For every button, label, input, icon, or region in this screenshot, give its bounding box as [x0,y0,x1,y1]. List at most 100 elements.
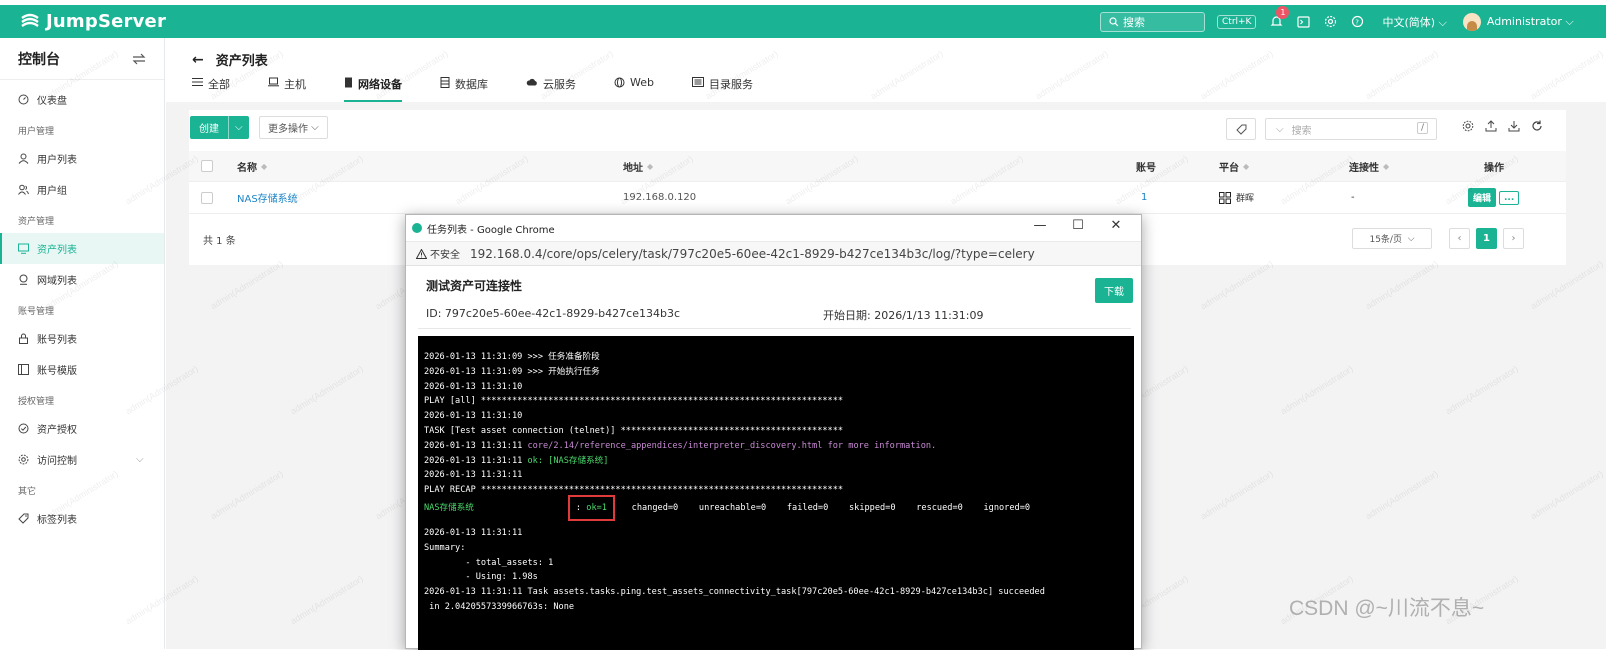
sidebar-item-user-group[interactable]: 用户组 [0,174,164,205]
sidebar-item-label: 用户列表 [37,155,77,166]
table-row: NAS存储系统 192.168.0.120 1 群晖 - 编辑 ... [189,182,1566,214]
create-button[interactable]: 创建 ⌵ [190,116,249,139]
page-size-label: 15条/页 [1369,235,1402,245]
sidebar-item-user-list[interactable]: 用户列表 [0,143,164,174]
sidebar-item-account-template[interactable]: 账号模版 [0,354,164,385]
log-message: core/2.14/reference_appendices/interpret… [527,440,937,451]
tab-cloud[interactable]: 云服务 [526,76,576,102]
tag-filter-button[interactable] [1226,118,1256,140]
prev-page-button[interactable]: ‹ [1449,228,1470,249]
column-header-name[interactable]: 名称 ◆ [237,159,267,174]
laptop-icon [268,77,279,87]
refresh-button[interactable] [1531,120,1543,132]
sidebar-item-label: 标签列表 [37,515,77,526]
tab-label: 数据库 [455,78,488,91]
terminal-button[interactable] [1297,15,1311,28]
settings-button[interactable] [1324,15,1337,28]
log-line: 2026-01-13 11:31:11 [424,527,523,538]
tab-all[interactable]: 全部 [192,76,230,102]
tab-web[interactable]: Web [614,76,654,102]
sidebar-group-label: 资产管理 [18,217,55,227]
help-icon: ? [1352,15,1364,28]
sidebar-item-zone-list[interactable]: 网域列表 [0,264,164,295]
notification-button[interactable]: 1 [1270,6,1290,28]
edit-button[interactable]: 编辑 [1468,188,1497,207]
tab-database[interactable]: 数据库 [440,76,488,102]
sidebar-item-dashboard[interactable]: 仪表盘 [0,84,164,115]
column-header-platform[interactable]: 平台 ◆ [1219,159,1249,174]
log-line: TASK [Test asset connection (telnet)] **… [424,425,844,436]
window-titlebar[interactable]: 任务列表 - Google Chrome — ☐ ✕ [406,215,1141,242]
sidebar-group-label: 用户管理 [18,127,55,137]
table-header: 名称 ◆ 地址 ◆ 账号 平台 ◆ 连接性 ◆ 操作 [189,151,1566,182]
download-button[interactable]: 下载 [1095,278,1133,303]
app-logo[interactable]: JumpServer [20,11,166,32]
switch-view-icon[interactable] [132,53,146,65]
sidebar-item-account-list[interactable]: 账号列表 [0,323,164,354]
global-search-input[interactable]: 搜索 [1100,11,1205,32]
asset-accounts-link[interactable]: 1 [1141,192,1147,203]
row-checkbox[interactable] [201,191,213,204]
download-icon [1508,121,1520,132]
sidebar-item-access-control[interactable]: 访问控制 ⌵ [0,444,164,475]
asset-connectivity: - [1351,192,1355,203]
import-button[interactable] [1485,120,1497,132]
export-button[interactable] [1508,120,1520,132]
page-number-button[interactable]: 1 [1476,228,1497,249]
upload-icon [1485,120,1497,132]
sidebar-item-asset-permission[interactable]: 资产授权 [0,413,164,444]
table-search-input[interactable]: ⌵ 搜索 / [1265,118,1437,140]
maximize-icon[interactable]: ☐ [1059,218,1097,233]
chevron-down-icon[interactable]: ⌵ [228,116,249,139]
log-line: - Using: 1.98s [424,572,538,583]
log-line: Summary: [424,542,466,553]
header-label: 地址 [623,162,643,174]
language-switcher[interactable]: 中文(简体) ⌵ [1382,14,1446,30]
insecure-label: 不安全 [430,250,460,261]
asset-name-link[interactable]: NAS存储系统 [237,190,298,205]
search-shortcut-hint: / [1416,122,1428,134]
address-bar[interactable]: 不安全 192.168.0.4/core/ops/celery/task/797… [406,242,1141,266]
users-icon [18,184,29,195]
help-button[interactable]: ? [1351,15,1364,28]
close-icon[interactable]: ✕ [1097,218,1135,233]
column-header-address[interactable]: 地址 ◆ [623,159,653,174]
header-label: 连接性 [1349,162,1379,174]
sidebar-item-label: 用户组 [37,186,67,197]
sort-icon: ◆ [1383,161,1390,171]
more-button[interactable]: ... [1499,190,1520,205]
security-indicator[interactable]: 不安全 [416,246,460,261]
log-line: 2026-01-13 11:31:11 core/2.14/reference_… [424,439,1128,454]
minimize-icon[interactable]: — [1021,218,1059,233]
next-page-button[interactable]: › [1503,228,1524,249]
column-settings-button[interactable] [1462,120,1474,132]
recap-ok-highlight: : ok=1 [567,494,615,521]
search-icon [1109,16,1119,26]
task-title: 测试资产可连接性 [426,279,523,293]
more-actions-button[interactable]: 更多操作 ⌵ [259,116,328,139]
gear-icon [1462,120,1474,132]
log-line: PLAY [all] *****************************… [424,396,844,407]
log-line: 2026-01-13 11:31:10 [424,381,523,392]
tab-network-device[interactable]: 网络设备 [344,76,402,102]
page-header: ← 资产列表 全部 主机 网络设备 数据库 云服务 Web 目录服务 [166,38,1606,102]
column-header-actions: 操作 [1484,159,1504,174]
user-menu[interactable]: Administrator ⌵ [1487,15,1574,29]
sidebar-item-label: 资产列表 [37,245,77,256]
sidebar-item-asset-list[interactable]: 资产列表 [0,233,164,264]
template-icon [18,364,29,375]
select-all-checkbox[interactable] [201,160,213,172]
avatar[interactable] [1462,12,1481,31]
log-timestamp: 2026-01-13 11:31:11 [424,455,528,466]
tab-host[interactable]: 主机 [268,76,306,102]
page-size-select[interactable]: 15条/页 ⌵ [1352,228,1432,249]
recap-rest: changed=0 unreachable=0 failed=0 skipped… [610,502,1031,513]
column-header-connectivity[interactable]: 连接性 ◆ [1349,159,1389,174]
back-arrow-icon[interactable]: ← [192,52,204,68]
sidebar-item-label: 资产授权 [37,425,77,436]
recap-ok: ok=1 [586,502,607,513]
tab-directory-service[interactable]: 目录服务 [691,76,753,102]
page-title: 资产列表 [215,54,268,69]
sidebar-item-tag-list[interactable]: 标签列表 [0,503,164,534]
recap-host: NAS存储系统 [424,502,474,513]
